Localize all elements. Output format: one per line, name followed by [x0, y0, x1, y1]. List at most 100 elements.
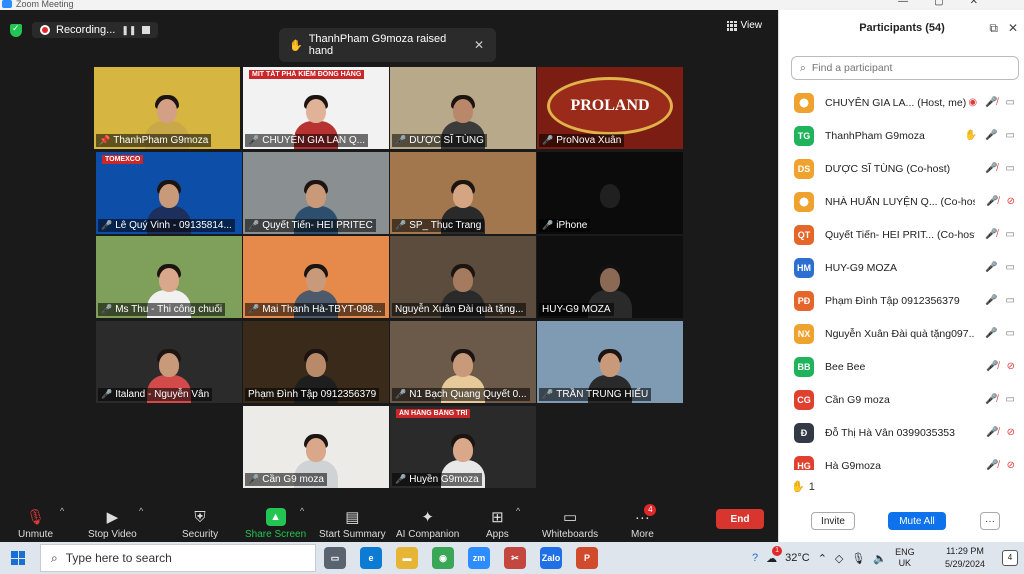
participant-row[interactable]: PĐ Phạm Đình Tập 0912356379 🎤 ▭	[779, 284, 1024, 317]
video-banner-text: MIT TẮT PHÁ KIỂM ĐỒNG HÀNG	[249, 70, 365, 79]
recording-indicator[interactable]: Recording... ❚❚	[32, 22, 159, 38]
edge-icon[interactable]: e	[360, 547, 382, 569]
weather-icon[interactable]: ☁ 1	[766, 545, 783, 565]
window-controls[interactable]: —▢✕	[898, 0, 1004, 7]
video-options-chevron-icon[interactable]: ^	[139, 506, 143, 516]
mic-off-icon: 🎤̸	[985, 394, 998, 405]
window-title: Zoom Meeting	[16, 0, 74, 9]
video-tile[interactable]: 🎤 DƯỢC SĨ TÙNG	[390, 67, 536, 149]
video-tile[interactable]: Phạm Đình Tập 0912356379	[243, 321, 389, 403]
participant-row[interactable]: BB Bee Bee 🎤̸ ⊘	[779, 350, 1024, 383]
participant-name: CHUYÊN GIA LA... (Host, me)	[825, 96, 967, 109]
ai-companion-button[interactable]: ✦ AI Companion	[396, 500, 459, 540]
unmute-button[interactable]: 🎙 Unmute	[18, 500, 53, 540]
video-tile[interactable]: 🎤 N1 Bạch Quang Quyết 0...	[390, 321, 536, 403]
file-explorer-icon[interactable]: ▬	[396, 547, 418, 569]
audio-options-chevron-icon[interactable]: ^	[60, 506, 64, 516]
video-tile[interactable]: ÁN HÀNG BẰNG TRÍ 🎤 Huyền G9moza	[390, 406, 536, 488]
taskbar-clock[interactable]: 11:29 PM 5/29/2024	[940, 545, 990, 571]
zalo-icon[interactable]: Zalo	[540, 547, 562, 569]
security-button[interactable]: ⛨ Security	[182, 500, 218, 541]
participant-name: NHÀ HUẤN LUYỆN Q... (Co-host)	[825, 195, 975, 208]
whiteboards-button[interactable]: ▭ Whiteboards	[542, 500, 598, 540]
participant-row[interactable]: TG ThanhPham G9moza ✋ 🎤 ▭	[779, 119, 1024, 152]
participant-status-icons: 🎤̸ ⊘	[986, 361, 1015, 372]
apps-options-chevron-icon[interactable]: ^	[516, 506, 520, 516]
close-panel-icon[interactable]: ✕	[1008, 21, 1018, 36]
video-tile[interactable]: 🎤 Italand - Nguyễn Vân	[96, 321, 242, 403]
unmute-label: Unmute	[18, 529, 54, 540]
participant-list: CHUYÊN GIA LA... (Host, me) ◉ 🎤̸ ▭ TG ThanhPh…	[779, 86, 1024, 470]
participant-row[interactable]: HG Hà G9moza 🎤̸ ⊘	[779, 449, 1024, 470]
task-view-icon[interactable]: ▭	[324, 547, 346, 569]
microphone-icon[interactable]: 🎙	[851, 552, 865, 565]
camera-icon: ▭	[1005, 394, 1015, 405]
participant-row[interactable]: DS DƯỢC SĨ TÙNG (Co-host) 🎤̸ ▭	[779, 152, 1024, 185]
taskbar-search[interactable]: ⌕ Type here to search	[40, 544, 316, 572]
video-tile[interactable]: 🎤 TRẦN TRUNG HIẾU	[537, 321, 683, 403]
apps-button[interactable]: ⊞ Apps	[486, 500, 509, 540]
mic-off-icon: 🎤	[248, 220, 260, 230]
participant-row[interactable]: CHUYÊN GIA LA... (Host, me) ◉ 🎤̸ ▭	[779, 86, 1024, 119]
tile-name-label: Phạm Đình Tập 0912356379	[245, 388, 380, 401]
participant-search[interactable]: ⌕	[791, 56, 1019, 80]
avatar: BB	[794, 356, 814, 377]
end-meeting-button[interactable]: End	[716, 509, 764, 529]
participant-row[interactable]: QT Quyết Tiến- HEI PRIT... (Co-host) 🎤̸ ▭	[779, 218, 1024, 251]
pause-icon[interactable]: ❚❚	[121, 25, 136, 36]
video-tile[interactable]: 🎤 SP_ Thục Trang	[390, 152, 536, 234]
video-tile[interactable]: Nguyễn Xuân Đài quà tặng...	[390, 236, 536, 318]
network-icon[interactable]: ◇	[835, 552, 843, 565]
video-tile[interactable]: 🎤 Mai Thanh Hà-TBYT-098...	[243, 236, 389, 318]
snipping-tool-icon[interactable]: ✂	[504, 547, 526, 569]
video-tile[interactable]: TOMEXCO 🎤 Lê Quý Vinh - 09135814...	[96, 152, 242, 234]
powerpoint-icon[interactable]: P	[576, 547, 598, 569]
participant-row[interactable]: CG Cần G9 moza 🎤̸ ▭	[779, 383, 1024, 416]
show-hidden-icons-chevron-icon[interactable]: ⌃	[818, 552, 827, 565]
share-screen-label: Share Screen	[245, 529, 307, 540]
video-tile[interactable]: MIT TẮT PHÁ KIỂM ĐỒNG HÀNG 🎤 CHUYÊN GIA LA…	[243, 67, 389, 149]
whiteboard-icon: ▭	[562, 509, 578, 526]
apps-grid-icon: ⊞	[491, 509, 504, 526]
summary-doc-icon: ▤	[345, 509, 360, 526]
video-tile[interactable]: 🎤 Cần G9 moza	[243, 406, 389, 488]
language-indicator[interactable]: ENG UK	[895, 547, 915, 569]
view-button[interactable]: View	[726, 20, 762, 31]
video-tile[interactable]: 🎤 Ms Thu - Thi công chuối	[96, 236, 242, 318]
shield-icon[interactable]	[10, 23, 22, 37]
chrome-icon[interactable]: ◉	[432, 547, 454, 569]
more-button[interactable]: ··· 4 More	[631, 500, 657, 540]
help-icon[interactable]: ?	[752, 552, 758, 564]
video-tile[interactable]: 🎤 iPhone	[537, 152, 683, 234]
share-screen-button[interactable]: ▲ Share Screen	[245, 500, 306, 540]
taskbar-search-placeholder: Type here to search	[65, 551, 172, 565]
participant-row[interactable]: Đ Đỗ Thị Hà Vân 0399035353 🎤̸ ⊘	[779, 416, 1024, 449]
volume-icon[interactable]: 🔈	[873, 552, 887, 565]
invite-button[interactable]: Invite	[811, 512, 855, 530]
popout-icon[interactable]: ⧉	[989, 21, 998, 36]
windows-start-icon[interactable]	[11, 551, 25, 565]
recording-icon: ◉	[968, 97, 978, 108]
mute-all-button[interactable]: Mute All	[888, 512, 946, 530]
video-tile[interactable]: 📌 ThanhPham G9moza	[94, 67, 240, 149]
participant-row[interactable]: NX Nguyễn Xuân Đài quà tặng097... 🎤 ▭	[779, 317, 1024, 350]
temperature: 32°C	[785, 552, 810, 564]
stop-icon[interactable]	[142, 26, 151, 34]
participant-row[interactable]: HM HUY-G9 MOZA 🎤 ▭	[779, 251, 1024, 284]
stop-video-button[interactable]: ▶ Stop Video	[88, 500, 137, 540]
close-icon[interactable]: ✕	[474, 38, 484, 52]
start-summary-button[interactable]: ▤ Start Summary	[319, 500, 386, 540]
avatar: TG	[794, 125, 814, 146]
raised-hands-count[interactable]: ✋ 1	[791, 480, 815, 494]
recording-label: Recording...	[56, 24, 116, 36]
video-tile[interactable]: PROLAND 🎤 ProNova Xuân	[537, 67, 683, 149]
participant-search-input[interactable]	[811, 62, 1002, 74]
zoom-icon[interactable]: zm	[468, 547, 490, 569]
video-tile[interactable]: 🎤 Quyết Tiến- HEI PRITEC	[243, 152, 389, 234]
notification-center-icon[interactable]: 4	[1002, 550, 1018, 566]
panel-more-button[interactable]: ···	[980, 512, 1000, 530]
share-options-chevron-icon[interactable]: ^	[300, 506, 304, 516]
participant-row[interactable]: NHÀ HUẤN LUYỆN Q... (Co-host) 🎤̸ ⊘	[779, 185, 1024, 218]
participant-name: HUY-G9 MOZA	[825, 261, 897, 274]
video-tile[interactable]: HUY-G9 MOZA	[537, 236, 683, 318]
